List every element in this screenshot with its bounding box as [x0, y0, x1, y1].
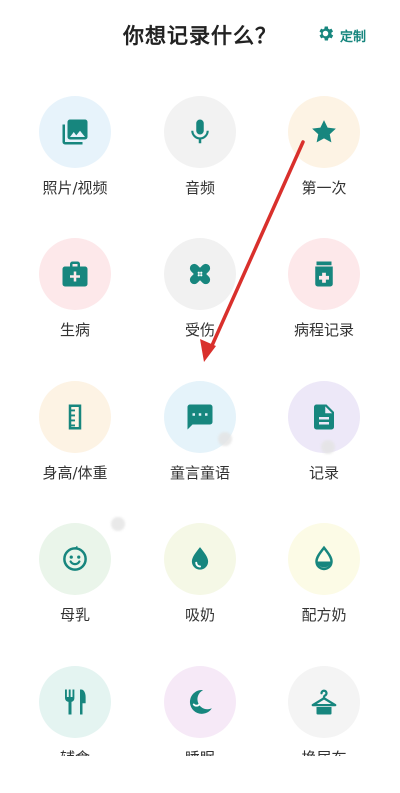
- ruler-icon: [68, 404, 82, 430]
- record-item-label: 病程记录: [293, 321, 354, 339]
- medical-kit-icon-circle: [39, 238, 111, 310]
- gear-icon: [316, 24, 335, 47]
- record-item-label: 身高/体重: [42, 464, 108, 482]
- speech-bubble-icon: [187, 404, 213, 430]
- record-item-illness-log[interactable]: 病程记录: [262, 238, 386, 348]
- photo-icon: [62, 119, 88, 145]
- record-item-label: 睡眠: [138, 747, 262, 756]
- record-item-solid-food[interactable]: 辅食: [13, 666, 137, 756]
- milk-drop-icon-circle: [164, 523, 236, 595]
- record-item-height-weight[interactable]: 身高/体重: [13, 381, 137, 491]
- record-item-first-time[interactable]: 第一次: [262, 96, 386, 206]
- medical-kit-icon: [62, 261, 88, 287]
- photo-icon-circle: [39, 96, 111, 168]
- record-item-baby-words[interactable]: 童言童语: [138, 381, 262, 491]
- record-item-sick[interactable]: 生病: [13, 238, 137, 348]
- customize-label: 定制: [340, 29, 367, 45]
- header: 你想记录什么？ 定制: [0, 0, 400, 70]
- fork-knife-icon: [65, 689, 86, 715]
- record-item-label: 生病: [59, 321, 90, 339]
- formula-drop-icon: [315, 545, 333, 571]
- blurred-spot: [218, 432, 232, 446]
- fork-knife-icon-circle: [39, 666, 111, 738]
- bandage-icon: [189, 263, 211, 285]
- record-item-sleep[interactable]: 睡眠: [138, 666, 262, 756]
- blurred-spot: [111, 517, 125, 531]
- formula-drop-icon-circle: [288, 523, 360, 595]
- moon-icon: [189, 690, 212, 714]
- record-item-label: 第一次: [301, 179, 347, 197]
- record-item-label: 配方奶: [301, 606, 347, 624]
- record-item-label: 换尿布: [262, 747, 386, 756]
- record-item-label: 记录: [308, 464, 339, 482]
- moon-icon-circle: [164, 666, 236, 738]
- hanger-icon: [311, 689, 337, 715]
- hanger-icon-circle: [288, 666, 360, 738]
- record-item-diaper-change[interactable]: 换尿布: [262, 666, 386, 756]
- customize-button[interactable]: 定制: [316, 24, 366, 46]
- record-item-note[interactable]: 记录: [262, 381, 386, 491]
- blurred-spot: [321, 440, 335, 454]
- record-item-audio[interactable]: 音频: [138, 96, 262, 206]
- record-type-grid: 照片/视频 音频 第一次 生病 受伤 病程记录 身高/体重 童言童语 记录 母乳…: [0, 96, 400, 756]
- milk-drop-icon: [191, 547, 209, 570]
- star-icon-circle: [288, 96, 360, 168]
- record-item-label: 童言童语: [169, 464, 230, 482]
- record-item-photo-video[interactable]: 照片/视频: [13, 96, 137, 206]
- baby-face-icon-circle: [39, 523, 111, 595]
- microphone-icon-circle: [164, 96, 236, 168]
- record-item-label: 母乳: [59, 606, 90, 624]
- baby-face-icon: [63, 545, 87, 571]
- star-icon: [312, 120, 336, 143]
- record-item-label: 音频: [184, 179, 215, 197]
- ruler-icon-circle: [39, 381, 111, 453]
- document-icon: [314, 404, 334, 430]
- medicine-bottle-icon: [315, 261, 333, 287]
- medicine-bottle-icon-circle: [288, 238, 360, 310]
- record-item-injury[interactable]: 受伤: [138, 238, 262, 348]
- record-item-label: 辅食: [13, 747, 137, 756]
- record-item-formula[interactable]: 配方奶: [262, 523, 386, 633]
- bandage-icon-circle: [164, 238, 236, 310]
- record-item-label: 吸奶: [184, 606, 215, 624]
- record-item-label: 照片/视频: [42, 179, 108, 197]
- record-item-pumping[interactable]: 吸奶: [138, 523, 262, 633]
- microphone-icon: [191, 119, 209, 144]
- record-item-label: 受伤: [184, 321, 215, 339]
- record-item-breast-milk[interactable]: 母乳: [13, 523, 137, 633]
